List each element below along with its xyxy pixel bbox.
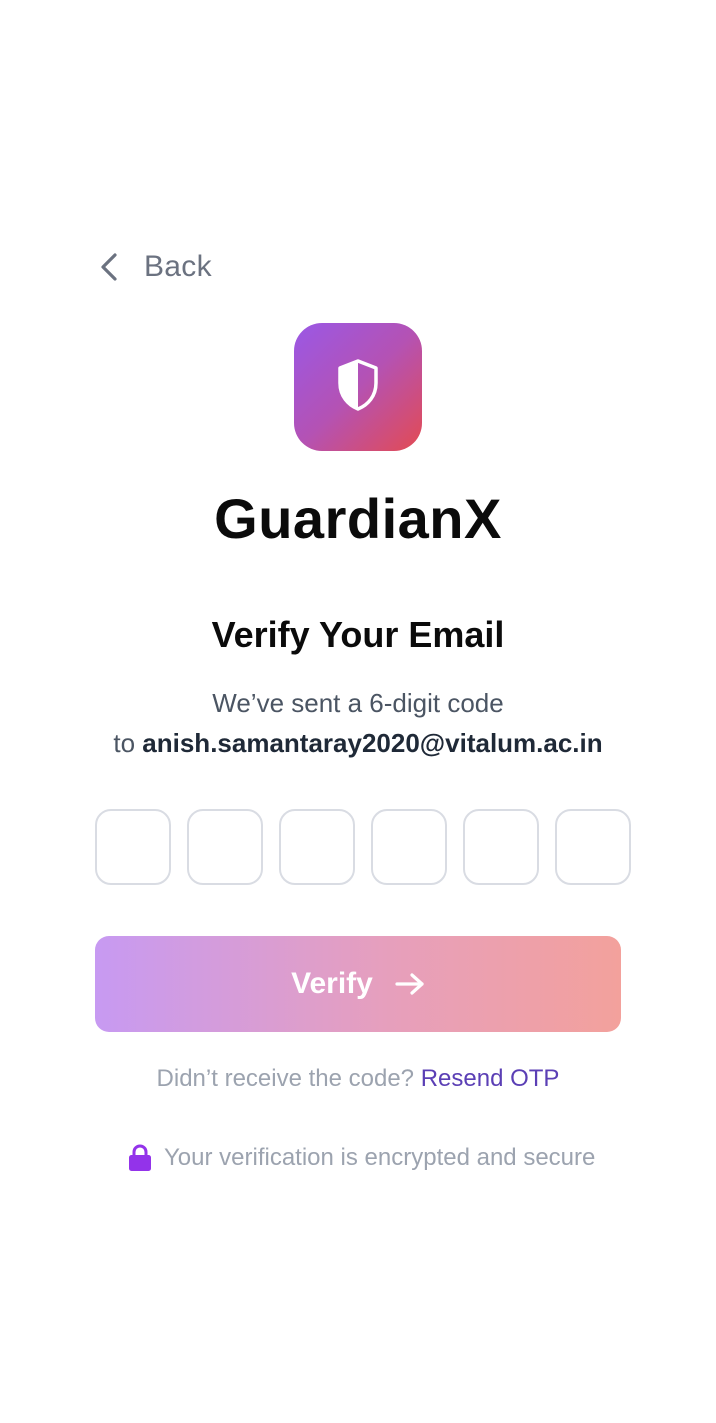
otp-input-group [95, 809, 631, 885]
chevron-left-icon [100, 252, 118, 282]
resend-otp-link[interactable]: Resend OTP [421, 1065, 560, 1092]
back-label: Back [144, 250, 212, 283]
page-title: Verify Your Email [211, 614, 505, 655]
shield-icon [336, 358, 380, 416]
verify-button[interactable]: Verify [95, 936, 621, 1032]
subtitle-line-1: We’ve sent a 6-digit code [212, 688, 504, 718]
otp-digit-6[interactable] [555, 809, 631, 885]
security-note-text: Your verification is encrypted and secur… [164, 1144, 596, 1171]
app-name: GuardianX [214, 487, 502, 550]
otp-digit-1[interactable] [95, 809, 171, 885]
otp-digit-5[interactable] [463, 809, 539, 885]
security-note: Your verification is encrypted and secur… [128, 1144, 595, 1172]
email-address: anish.samantaray2020@vitalum.ac.in [142, 728, 603, 758]
lock-icon [128, 1144, 164, 1172]
app-logo [294, 323, 422, 451]
subtitle-line-2: to anish.samantaray2020@vitalum.ac.in [0, 723, 716, 763]
subtitle-prefix: to [113, 728, 136, 758]
otp-digit-4[interactable] [371, 809, 447, 885]
arrow-right-icon [373, 972, 425, 996]
back-button[interactable]: Back [100, 244, 212, 290]
verify-button-label: Verify [291, 967, 373, 1000]
resend-prompt: Didn’t receive the code? [156, 1065, 415, 1092]
otp-digit-3[interactable] [279, 809, 355, 885]
verification-subtitle: We’ve sent a 6-digit code to anish.saman… [0, 683, 716, 763]
otp-digit-2[interactable] [187, 809, 263, 885]
resend-row: Didn’t receive the code? Resend OTP [0, 1065, 716, 1093]
